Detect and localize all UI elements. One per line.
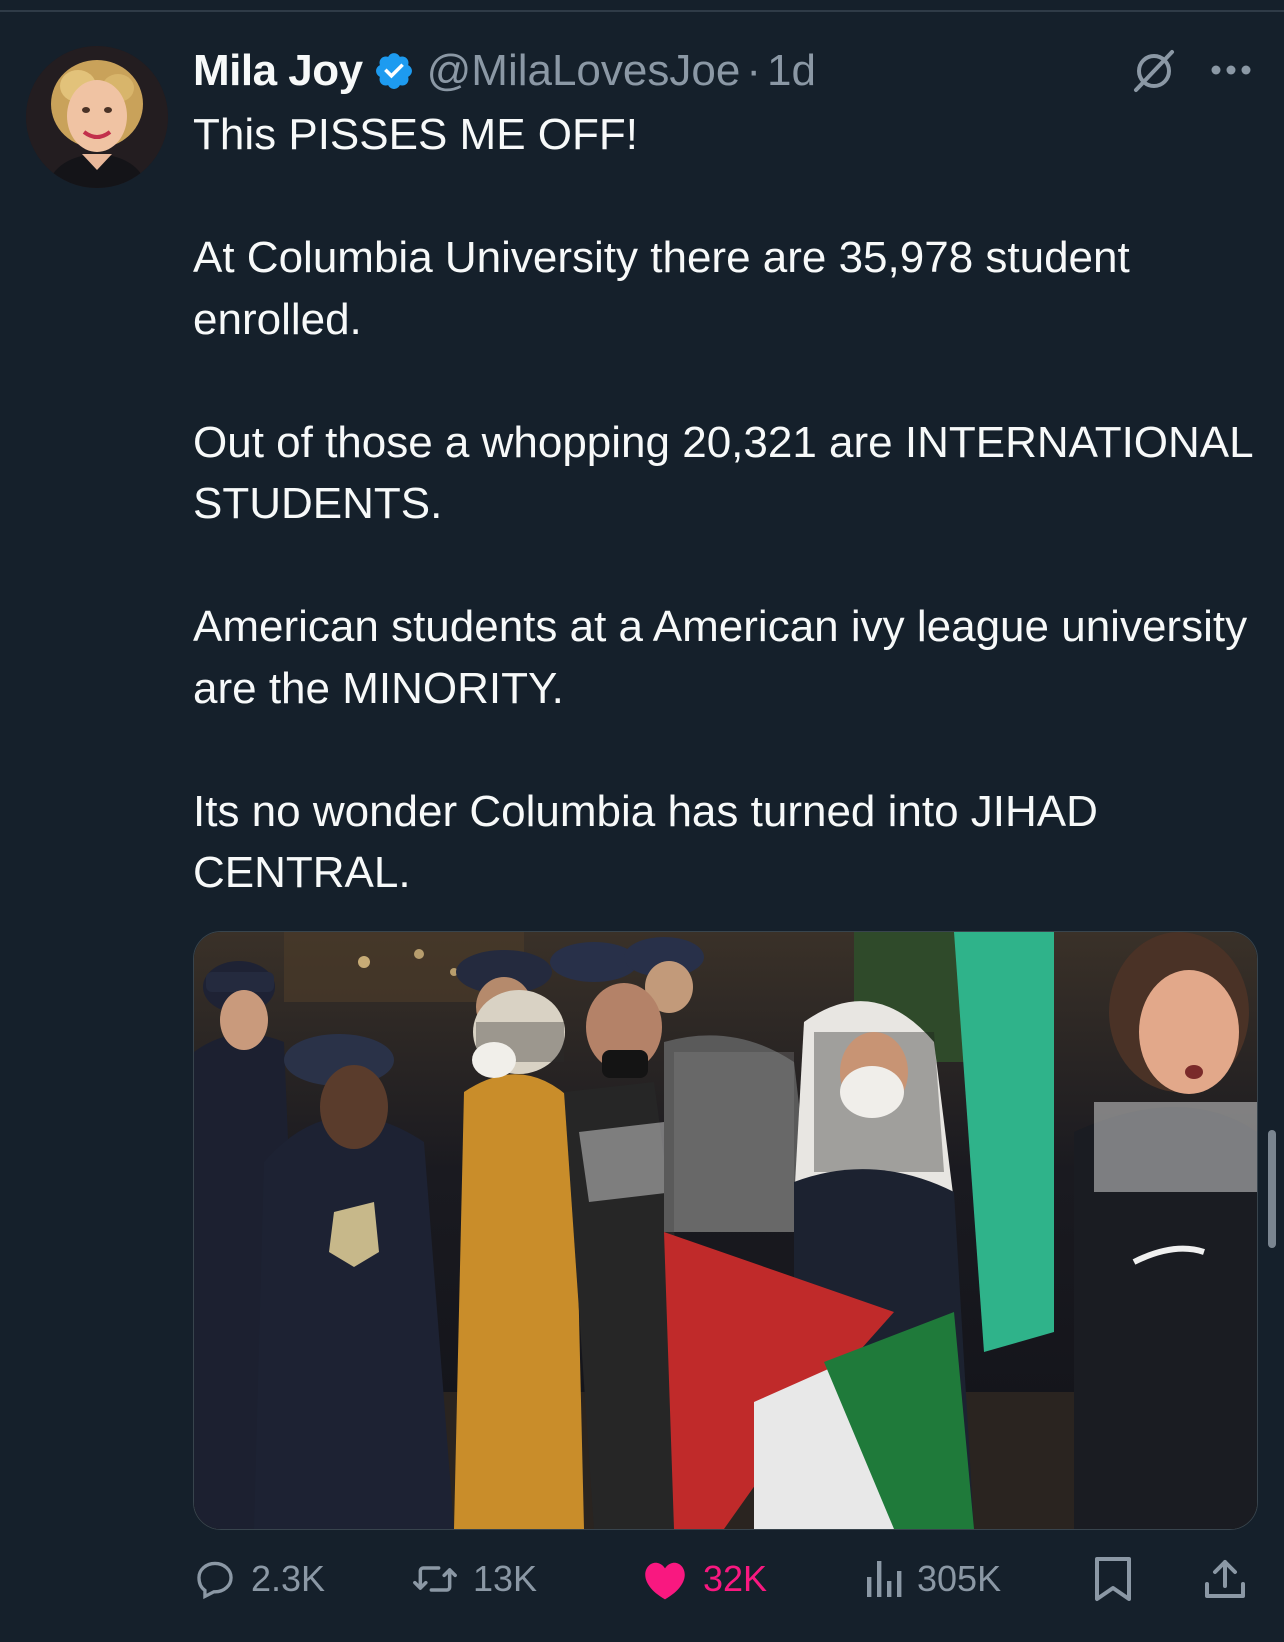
timestamp[interactable]: 1d	[767, 46, 816, 96]
reply-button[interactable]: 2.3K	[193, 1548, 325, 1610]
share-button[interactable]	[1203, 1548, 1247, 1610]
verified-badge-icon	[373, 50, 415, 92]
display-name[interactable]: Mila Joy	[193, 46, 363, 96]
repost-button[interactable]: 13K	[411, 1548, 537, 1610]
like-count: 32K	[703, 1558, 768, 1599]
bookmark-icon	[1095, 1557, 1131, 1601]
tweet-paragraph: At Columbia University there are 35,978 …	[193, 233, 1130, 344]
like-button[interactable]: 32K	[641, 1548, 767, 1610]
like-icon	[645, 1562, 685, 1600]
tweet-paragraph: American students at a American ivy leag…	[193, 602, 1248, 713]
tweet-photo[interactable]	[193, 931, 1258, 1530]
avatar[interactable]	[26, 46, 168, 188]
repost-icon	[413, 1566, 457, 1592]
share-icon	[1205, 1560, 1245, 1598]
more-icon[interactable]	[1206, 52, 1256, 88]
tweet-paragraph: Its no wonder Columbia has turned into J…	[193, 786, 1098, 898]
action-bar: 2.3K 13K 32K 305K	[193, 1548, 1273, 1610]
user-handle[interactable]: @MilaLovesJoe	[427, 46, 741, 96]
views-button[interactable]: 305K	[863, 1548, 1001, 1610]
top-divider	[0, 10, 1284, 12]
tweet-paragraph: Out of those a whopping 20,321 are INTER…	[193, 417, 1252, 529]
views-icon	[867, 1561, 902, 1597]
views-count: 305K	[917, 1558, 1002, 1599]
tweet-paragraph: This PISSES ME OFF!	[193, 110, 638, 159]
bookmark-button[interactable]	[1091, 1548, 1135, 1610]
reply-count: 2.3K	[251, 1558, 326, 1599]
tweet-header: Mila Joy @MilaLovesJoe · 1d	[193, 40, 816, 102]
scrollbar[interactable]	[1268, 1130, 1276, 1248]
grok-icon[interactable]	[1128, 44, 1180, 96]
reply-icon	[197, 1561, 233, 1600]
repost-count: 13K	[473, 1558, 538, 1599]
tweet-text: This PISSES ME OFF! At Columbia Universi…	[193, 104, 1253, 904]
separator-dot: ·	[746, 46, 761, 95]
